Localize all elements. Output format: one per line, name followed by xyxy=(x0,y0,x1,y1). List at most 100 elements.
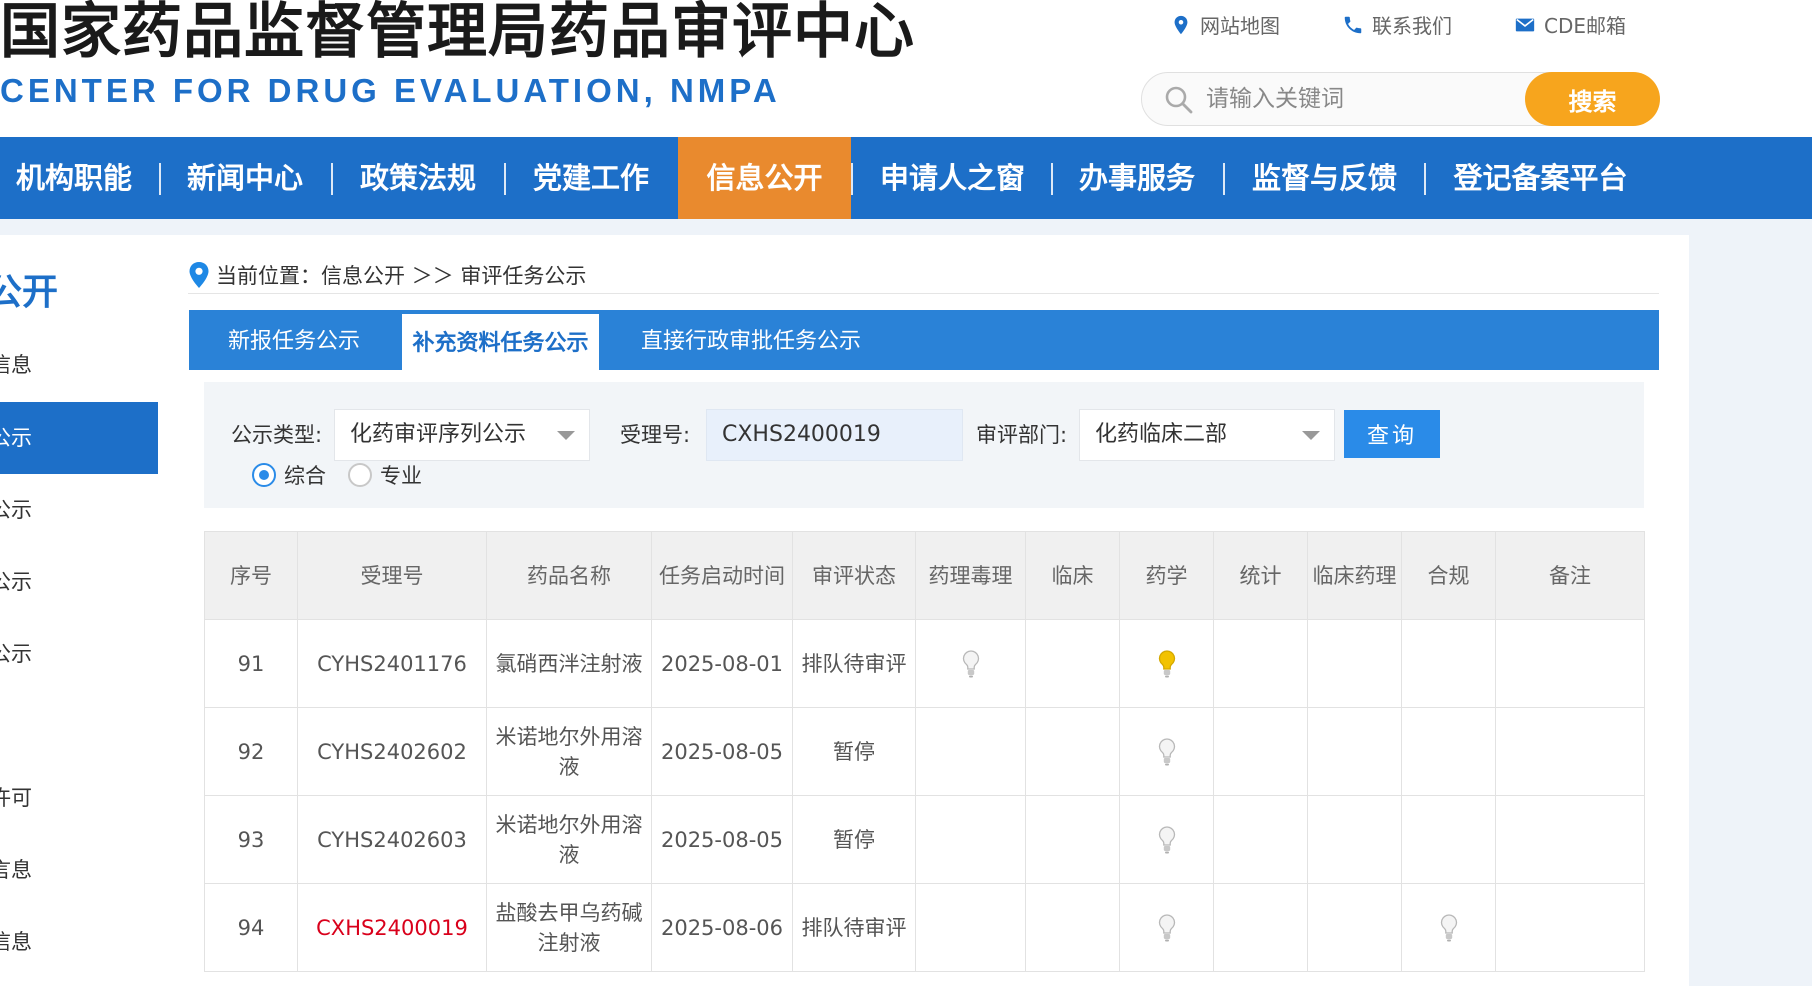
nav-item-org-functions[interactable]: 机构职能 xyxy=(0,137,148,219)
lightbulb-grey-icon xyxy=(1440,914,1457,942)
clinical-cell xyxy=(1025,795,1120,884)
column-header: 受理号 xyxy=(297,531,487,620)
nav-item-policy[interactable]: 政策法规 xyxy=(345,137,491,219)
dept-select-value: 化药临床二部 xyxy=(1095,422,1228,447)
accept-number[interactable]: CYHS2401176 xyxy=(297,619,487,708)
pharmacy-cell xyxy=(1119,707,1214,796)
nav-divider xyxy=(851,163,853,195)
remarks-cell xyxy=(1495,619,1645,708)
nav-item-supervision[interactable]: 监督与反馈 xyxy=(1237,137,1412,219)
sitemap-link[interactable]: 网站地图 xyxy=(1170,10,1280,39)
nav-item-applicant[interactable]: 申请人之窗 xyxy=(865,137,1040,219)
column-header: 合规 xyxy=(1401,531,1496,620)
nav-item-services[interactable]: 办事服务 xyxy=(1064,137,1210,219)
sidebar-item-active[interactable]: 公示 xyxy=(0,402,32,474)
statistics-cell xyxy=(1213,619,1308,708)
clin-pharm-cell xyxy=(1307,883,1402,972)
start-date: 2025-08-06 xyxy=(651,883,793,972)
query-button[interactable]: 查询 xyxy=(1344,410,1440,458)
nav-item-party[interactable]: 党建工作 xyxy=(518,137,664,219)
compliance-cell xyxy=(1401,883,1496,972)
sidebar-item[interactable]: 信息 xyxy=(0,329,32,401)
start-date: 2025-08-01 xyxy=(651,619,793,708)
start-date: 2025-08-05 xyxy=(651,707,793,796)
dept-select[interactable]: 化药临床二部 xyxy=(1079,409,1335,461)
pharmacy-cell xyxy=(1119,619,1214,708)
radio-checked-icon xyxy=(252,463,276,487)
pharmacy-cell xyxy=(1119,795,1214,884)
table-row: 91 CYHS2401176 氯硝西泮注射液 2025-08-01 排队待审评 xyxy=(204,619,1645,708)
compliance-cell xyxy=(1401,619,1496,708)
column-header: 临床药理 xyxy=(1307,531,1402,620)
task-table: 序号 受理号 药品名称 任务启动时间 审评状态 药理毒理 临床 药学 统计 临床… xyxy=(204,531,1645,972)
main-nav: 机构职能 新闻中心 政策法规 党建工作 信息公开 申请人之窗 办事服务 监督与反… xyxy=(0,137,1812,219)
sidebar-title: 公开 xyxy=(0,272,58,313)
drug-name: 米诺地尔外用溶液 xyxy=(486,707,652,796)
breadcrumb-divider xyxy=(188,293,1659,294)
lightbulb-grey-icon xyxy=(1158,914,1175,942)
sidebar-item[interactable]: 记信息 xyxy=(0,906,32,978)
remarks-cell xyxy=(1495,883,1645,972)
main-panel: 当前位置：信息公开 ＞＞ 审评任务公示 新报任务公示 补充资料任务公示 直接行政… xyxy=(158,235,1689,986)
pharmtox-cell xyxy=(915,707,1026,796)
accept-number[interactable]: CYHS2402603 xyxy=(297,795,487,884)
radio-professional[interactable]: 专业 xyxy=(348,460,422,490)
pharmtox-cell xyxy=(915,795,1026,884)
search-icon xyxy=(1165,86,1193,114)
contact-link[interactable]: 联系我们 xyxy=(1342,10,1452,39)
table-row: 92 CYHS2402602 米诺地尔外用溶液 2025-08-05 暂停 xyxy=(204,707,1645,796)
nav-divider xyxy=(1051,163,1053,195)
sidebar-item[interactable]: 言息 xyxy=(0,834,32,906)
table-row-highlighted: 94 CXHS2400019 盐酸去甲乌药碱注射液 2025-08-06 排队待… xyxy=(204,883,1645,972)
sidebar-item[interactable]: 公示 xyxy=(0,474,32,546)
search-input[interactable] xyxy=(1206,81,1506,117)
column-header: 审评状态 xyxy=(792,531,916,620)
row-number: 94 xyxy=(204,883,298,972)
tab-new-task[interactable]: 新报任务公示 xyxy=(189,310,399,370)
sidebar-item[interactable]: 序公示 xyxy=(0,618,32,690)
clinical-cell xyxy=(1025,883,1120,972)
pharmtox-cell xyxy=(915,883,1026,972)
dept-label: 审评部门: xyxy=(976,423,1068,447)
nav-item-info-disclosure[interactable]: 信息公开 xyxy=(678,137,851,219)
sidebar-item[interactable]: 公示 xyxy=(0,546,32,618)
compliance-cell xyxy=(1401,707,1496,796)
top-links: 网站地图 联系我们 CDE邮箱 xyxy=(1170,10,1626,39)
statistics-cell xyxy=(1213,795,1308,884)
chevron-down-icon xyxy=(557,431,575,440)
breadcrumb: 当前位置：信息公开 ＞＞ 审评任务公示 xyxy=(188,257,586,293)
type-select[interactable]: 化药审评序列公示 xyxy=(334,409,590,461)
pharmacy-cell xyxy=(1119,883,1214,972)
search-button[interactable]: 搜索 xyxy=(1525,72,1660,126)
radio-label: 专业 xyxy=(380,464,422,488)
email-link[interactable]: CDE邮箱 xyxy=(1514,10,1626,39)
accept-number-input[interactable]: CXHS2400019 xyxy=(706,409,963,461)
drug-name: 盐酸去甲乌药碱注射液 xyxy=(486,883,652,972)
sidebar-item[interactable]: 秋示许可 xyxy=(0,762,32,834)
start-date: 2025-08-05 xyxy=(651,795,793,884)
mail-icon xyxy=(1515,18,1535,31)
lightbulb-grey-icon xyxy=(1158,826,1175,854)
tab-direct-approval[interactable]: 直接行政审批任务公示 xyxy=(601,310,901,370)
radio-label: 综合 xyxy=(284,464,326,488)
accept-number[interactable]: CYHS2402602 xyxy=(297,707,487,796)
nav-divider xyxy=(1223,163,1225,195)
tab-bar: 新报任务公示 补充资料任务公示 直接行政审批任务公示 xyxy=(189,310,1659,370)
lightbulb-grey-icon xyxy=(1158,738,1175,766)
accept-number-highlighted[interactable]: CXHS2400019 xyxy=(297,883,487,972)
remarks-cell xyxy=(1495,707,1645,796)
phone-icon xyxy=(1344,16,1362,33)
clinical-cell xyxy=(1025,619,1120,708)
nav-divider xyxy=(504,163,506,195)
site-title[interactable]: 国家药品监督管理局药品审评中心 xyxy=(0,0,915,64)
breadcrumb-text: 当前位置：信息公开 ＞＞ 审评任务公示 xyxy=(216,264,587,288)
statistics-cell xyxy=(1213,707,1308,796)
review-status: 暂停 xyxy=(792,707,916,796)
tab-supplement-task[interactable]: 补充资料任务公示 xyxy=(402,314,599,370)
left-sidebar: 公开 信息 公示 公示 公示 序公示 秋示许可 言息 记信息 xyxy=(0,235,158,986)
radio-comprehensive[interactable]: 综合 xyxy=(252,460,326,490)
site-subtitle: CENTER FOR DRUG EVALUATION, NMPA xyxy=(0,72,781,109)
nav-item-news[interactable]: 新闻中心 xyxy=(172,137,318,219)
column-header: 任务启动时间 xyxy=(651,531,793,620)
nav-item-registration[interactable]: 登记备案平台 xyxy=(1438,137,1643,219)
